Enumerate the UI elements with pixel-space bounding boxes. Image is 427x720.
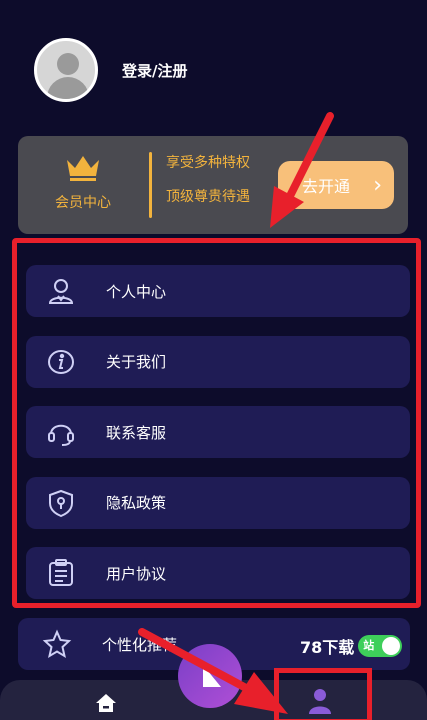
- center-tab-button[interactable]: [178, 644, 242, 708]
- watermark-knob: [382, 637, 401, 655]
- vip-center[interactable]: 会员中心: [48, 154, 118, 212]
- person-icon: [44, 274, 78, 308]
- avatar[interactable]: [34, 38, 98, 102]
- menu-item-label: 联系客服: [106, 423, 167, 442]
- menu-item-personal-center[interactable]: 个人中心: [26, 265, 410, 317]
- vip-benefits: 享受多种特权 顶级尊贵待遇: [166, 152, 250, 208]
- play-icon: [203, 665, 221, 687]
- vip-benefit-line-1: 享受多种特权: [166, 155, 250, 171]
- vip-center-label: 会员中心: [55, 195, 111, 211]
- site-watermark: 78下载 站: [300, 634, 403, 658]
- watermark-badge: 站: [358, 635, 403, 657]
- menu-item-label: 个人中心: [106, 282, 167, 301]
- open-vip-button[interactable]: 去开通 ›: [278, 161, 394, 209]
- menu-item-about-us[interactable]: 关于我们: [26, 335, 410, 388]
- menu-item-privacy-policy[interactable]: 隐私政策: [26, 476, 410, 529]
- vip-card[interactable]: 会员中心 享受多种特权 顶级尊贵待遇 去开通 ›: [18, 136, 408, 234]
- settings-menu: 个人中心 关于我们 联系客服 隐私政策 用户协议: [26, 265, 410, 618]
- headset-icon: [44, 415, 78, 449]
- avatar-head: [57, 53, 79, 75]
- menu-item-label: 关于我们: [106, 353, 167, 371]
- vip-divider: [149, 152, 152, 218]
- open-vip-label: 去开通: [302, 177, 351, 196]
- menu-item-user-agreement[interactable]: 用户协议: [26, 547, 410, 599]
- avatar-body: [47, 77, 89, 99]
- crown-icon: [67, 156, 99, 181]
- login-register-link[interactable]: 登录/注册: [122, 60, 187, 81]
- watermark-badge-text: 站: [363, 639, 375, 652]
- home-icon[interactable]: [95, 693, 117, 713]
- chevron-right-icon: ›: [373, 172, 382, 198]
- watermark-text: 78下载: [300, 638, 355, 657]
- menu-item-label: 个性化推荐: [102, 635, 178, 654]
- profile-header[interactable]: 登录/注册: [34, 38, 187, 102]
- menu-item-label: 隐私政策: [106, 494, 167, 512]
- vip-benefit-line-2: 顶级尊贵待遇: [166, 189, 250, 205]
- menu-item-label: 用户协议: [106, 564, 167, 583]
- star-icon: [40, 627, 74, 661]
- clipboard-icon: [44, 556, 78, 590]
- info-icon: [44, 345, 78, 379]
- profile-tab-icon[interactable]: [308, 688, 332, 714]
- menu-item-customer-service[interactable]: 联系客服: [26, 406, 410, 458]
- shield-icon: [44, 486, 78, 520]
